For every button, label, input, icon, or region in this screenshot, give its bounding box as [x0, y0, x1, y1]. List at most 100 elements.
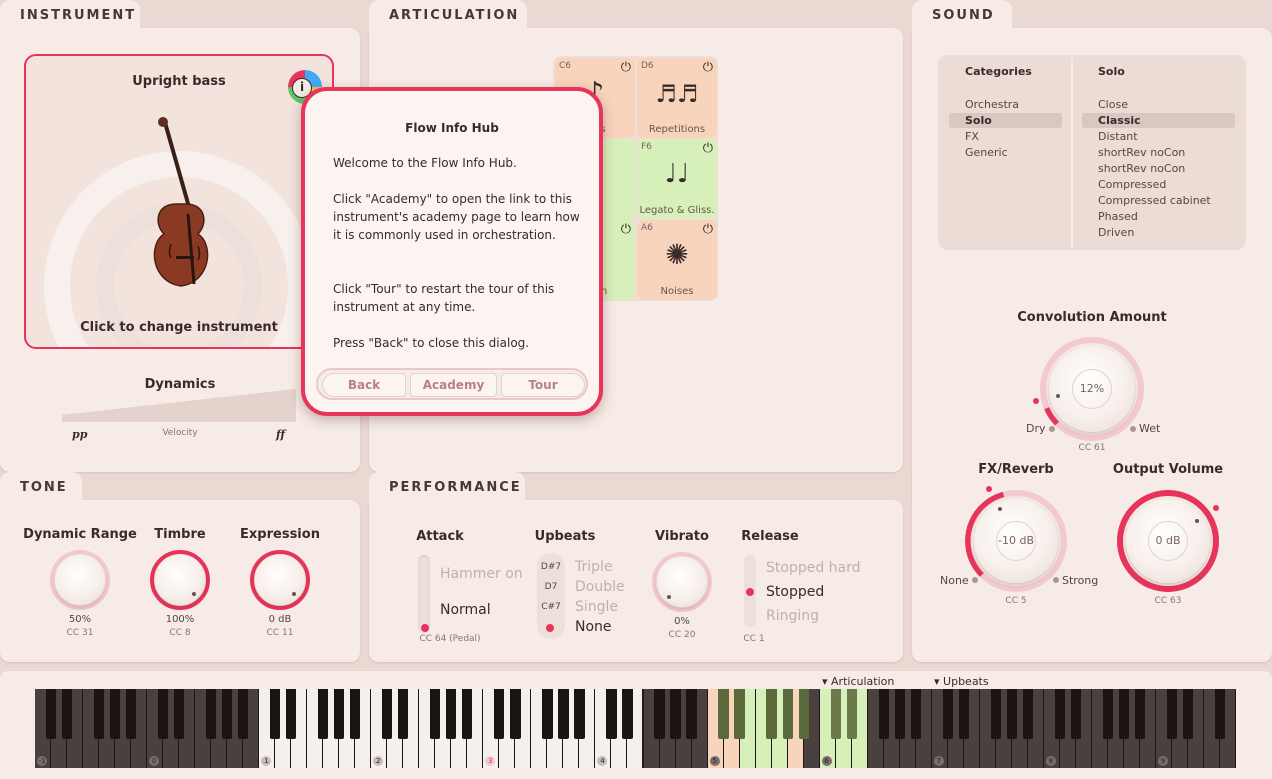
- articulation-cell-d6[interactable]: D6 ⏻ ♬♬ Repetitions: [637, 58, 717, 138]
- black-key[interactable]: [494, 689, 505, 739]
- black-key[interactable]: [1214, 689, 1226, 739]
- black-key[interactable]: [398, 689, 409, 739]
- preset-compressed-cabinet[interactable]: Compressed cabinet: [1098, 194, 1211, 207]
- black-key[interactable]: [1182, 689, 1194, 739]
- power-icon[interactable]: ⏻: [703, 222, 713, 237]
- black-key[interactable]: [318, 689, 329, 739]
- black-key[interactable]: [430, 689, 441, 739]
- dynamic-range-knob[interactable]: [55, 555, 105, 605]
- black-key[interactable]: [958, 689, 969, 739]
- fx-reverb-indicator: [998, 507, 1002, 511]
- power-icon[interactable]: ⏻: [703, 60, 713, 75]
- preset-distant[interactable]: Distant: [1098, 130, 1138, 143]
- articulation-cell-a6[interactable]: A6 ⏻ ✺ Noises: [637, 220, 717, 300]
- black-key[interactable]: [1070, 689, 1081, 739]
- preset-driven[interactable]: Driven: [1098, 226, 1134, 239]
- black-key[interactable]: [1054, 689, 1065, 739]
- upbeats-option-double[interactable]: Double: [575, 579, 625, 595]
- upbeats-option-single[interactable]: Single: [575, 599, 618, 615]
- black-key[interactable]: [238, 689, 249, 739]
- preset-shortrev-nocon-2[interactable]: shortRev noCon: [1098, 162, 1185, 175]
- upbeats-option-triple[interactable]: Triple: [575, 559, 613, 575]
- black-key[interactable]: [942, 689, 953, 739]
- dynamics-wedge[interactable]: [62, 389, 298, 425]
- black-key[interactable]: [222, 689, 233, 739]
- power-icon[interactable]: ⏻: [703, 141, 713, 156]
- black-key[interactable]: [734, 689, 745, 739]
- black-key[interactable]: [894, 689, 905, 739]
- black-key[interactable]: [1166, 689, 1178, 739]
- tour-button[interactable]: Tour: [501, 373, 585, 397]
- black-key[interactable]: [542, 689, 553, 739]
- black-key[interactable]: [654, 689, 665, 739]
- black-key[interactable]: [125, 689, 137, 739]
- timbre-cc: CC 8: [169, 628, 191, 638]
- black-key[interactable]: [830, 689, 841, 739]
- preset-phased[interactable]: Phased: [1098, 210, 1138, 223]
- instrument-selector[interactable]: Upright bass Click to change instrument: [24, 54, 334, 349]
- category-fx[interactable]: FX: [965, 130, 979, 143]
- back-button[interactable]: Back: [322, 373, 406, 397]
- black-key[interactable]: [382, 689, 393, 739]
- black-key[interactable]: [93, 689, 105, 739]
- black-key[interactable]: [718, 689, 729, 739]
- black-key[interactable]: [173, 689, 185, 739]
- category-orchestra[interactable]: Orchestra: [965, 98, 1019, 111]
- black-key[interactable]: [462, 689, 473, 739]
- attack-option-normal[interactable]: Normal: [440, 602, 491, 618]
- attack-option-hammer-on[interactable]: Hammer on: [440, 566, 523, 582]
- black-key[interactable]: [766, 689, 777, 739]
- black-key[interactable]: [782, 689, 793, 739]
- category-solo[interactable]: Solo: [965, 114, 992, 127]
- academy-button[interactable]: Academy: [410, 373, 497, 397]
- articulation-cell-f6[interactable]: F6 ⏻ ♩♩ Legato & Gliss.: [637, 139, 717, 219]
- preset-close[interactable]: Close: [1098, 98, 1128, 111]
- preset-compressed[interactable]: Compressed: [1098, 178, 1166, 191]
- black-key[interactable]: [1006, 689, 1017, 739]
- black-key[interactable]: [606, 689, 617, 739]
- black-key[interactable]: [510, 689, 521, 739]
- piano-keyboard[interactable]: -1 0 1 2 3 4 5 6 7 8 9: [35, 689, 1236, 768]
- upbeats-option-none[interactable]: None: [575, 619, 612, 635]
- black-key[interactable]: [622, 689, 633, 739]
- vibrato-knob[interactable]: [657, 557, 707, 607]
- black-key[interactable]: [157, 689, 169, 739]
- black-key[interactable]: [558, 689, 569, 739]
- power-icon[interactable]: ⏻: [621, 60, 631, 75]
- black-key[interactable]: [846, 689, 857, 739]
- black-key[interactable]: [109, 689, 121, 739]
- power-icon[interactable]: ⏻: [621, 222, 631, 237]
- release-slider-thumb[interactable]: [746, 588, 754, 596]
- preset-classic[interactable]: Classic: [1098, 114, 1141, 127]
- release-option-ringing[interactable]: Ringing: [766, 608, 819, 624]
- timbre-knob[interactable]: [155, 555, 205, 605]
- black-key[interactable]: [798, 689, 809, 739]
- release-option-stopped-hard[interactable]: Stopped hard: [766, 560, 861, 576]
- output-volume-label: Output Volume: [1112, 462, 1224, 477]
- category-generic[interactable]: Generic: [965, 146, 1008, 159]
- octave-label: 8: [1045, 756, 1056, 766]
- black-key[interactable]: [350, 689, 361, 739]
- black-key[interactable]: [574, 689, 585, 739]
- black-key[interactable]: [1102, 689, 1113, 739]
- black-key[interactable]: [670, 689, 681, 739]
- release-option-stopped[interactable]: Stopped: [766, 584, 824, 600]
- attack-slider-track[interactable]: [418, 555, 430, 633]
- black-key[interactable]: [206, 689, 217, 739]
- black-key[interactable]: [446, 689, 457, 739]
- black-key[interactable]: [334, 689, 345, 739]
- preset-shortrev-nocon-1[interactable]: shortRev noCon: [1098, 146, 1185, 159]
- black-key[interactable]: [878, 689, 889, 739]
- black-key[interactable]: [910, 689, 921, 739]
- black-key[interactable]: [1022, 689, 1033, 739]
- black-key[interactable]: [990, 689, 1001, 739]
- expression-knob[interactable]: [255, 555, 305, 605]
- black-key[interactable]: [1118, 689, 1130, 739]
- black-key[interactable]: [686, 689, 697, 739]
- black-key[interactable]: [45, 689, 57, 739]
- black-key[interactable]: [1134, 689, 1146, 739]
- attack-slider-thumb[interactable]: [421, 624, 429, 632]
- black-key[interactable]: [61, 689, 73, 739]
- black-key[interactable]: [286, 689, 297, 739]
- black-key[interactable]: [270, 689, 281, 739]
